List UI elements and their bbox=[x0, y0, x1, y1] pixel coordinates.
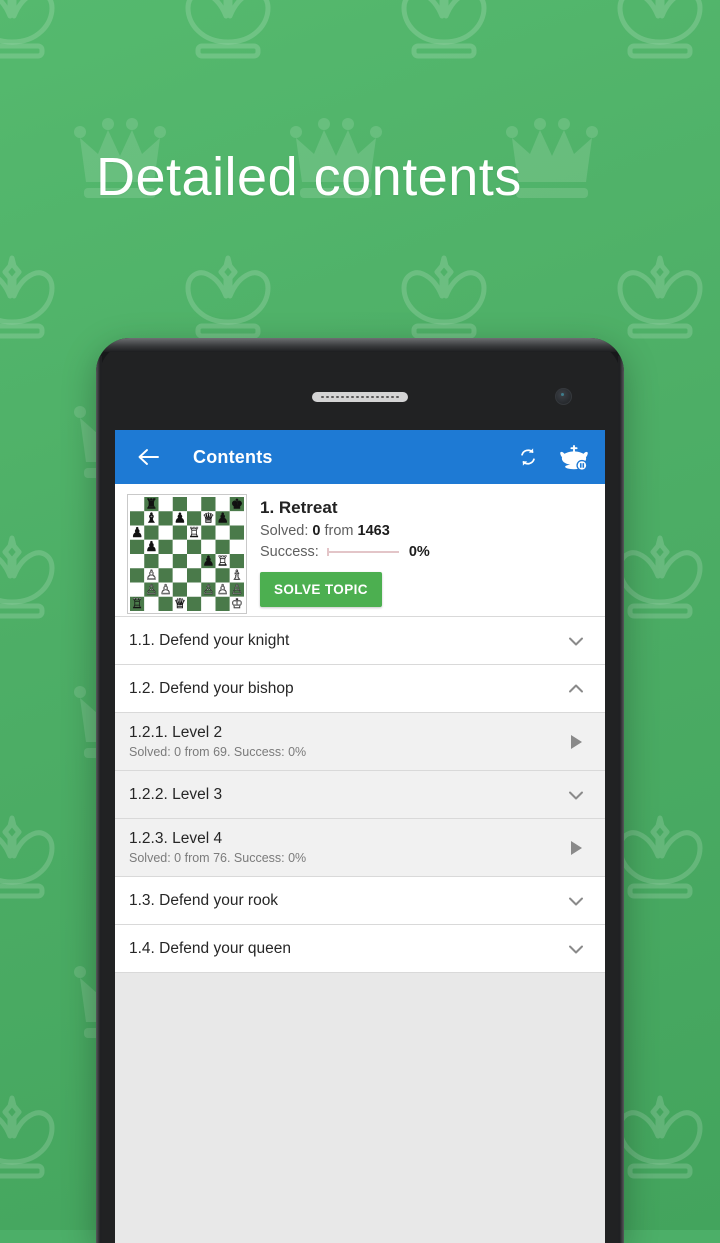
svg-text:♙: ♙ bbox=[145, 582, 157, 598]
svg-text:♖: ♖ bbox=[131, 596, 143, 611]
back-arrow-icon[interactable] bbox=[133, 442, 163, 472]
sync-icon[interactable] bbox=[513, 442, 543, 472]
svg-text:♝: ♝ bbox=[145, 511, 157, 527]
play-triangle-shape bbox=[570, 840, 582, 855]
app-bar: Contents bbox=[115, 430, 605, 484]
row-title: 1.2.3. Level 4 bbox=[129, 830, 223, 847]
play-triangle-icon[interactable] bbox=[563, 729, 589, 755]
contents-row[interactable]: 1.4. Defend your queen bbox=[115, 925, 605, 973]
promo-headline: Detailed contents bbox=[96, 147, 522, 207]
svg-text:♟: ♟ bbox=[217, 511, 229, 527]
success-progress-bar bbox=[326, 547, 399, 557]
svg-text:♙: ♙ bbox=[202, 582, 214, 598]
front-camera-icon bbox=[555, 388, 572, 405]
svg-text:♟: ♟ bbox=[131, 525, 143, 541]
chevron-up-icon[interactable] bbox=[563, 676, 589, 702]
contents-row[interactable]: 1.2. Defend your bishop bbox=[115, 665, 605, 713]
contents-list: 1.1. Defend your knight 1.2. Defend your … bbox=[115, 617, 605, 973]
phone-right-edge bbox=[618, 356, 624, 1243]
solved-count: 0 bbox=[312, 523, 321, 539]
contents-row[interactable]: 1.1. Defend your knight bbox=[115, 617, 605, 665]
contents-subrow[interactable]: 1.2.3. Level 4 Solved: 0 from 76. Success… bbox=[115, 819, 605, 877]
chevron-down-icon[interactable] bbox=[563, 782, 589, 808]
page-title: Contents bbox=[193, 446, 273, 467]
success-label: Success: bbox=[260, 544, 319, 560]
phone-device-mockup: Contents ♜ ♚ ♝ ♟ ♕ ♟ ♟ ♖ ♟ ♟ ♖ ♙ ♗ ♙ ♙ ♙… bbox=[96, 338, 624, 1243]
solve-topic-button[interactable]: SOLVE TOPIC bbox=[260, 572, 382, 607]
speaker-grille-icon bbox=[312, 392, 408, 402]
row-text: 1.2.3. Level 4 Solved: 0 from 76. Success… bbox=[129, 829, 563, 866]
chevron-down-icon[interactable] bbox=[563, 888, 589, 914]
row-title: 1.1. Defend your knight bbox=[129, 632, 290, 649]
phone-left-edge bbox=[96, 356, 102, 1243]
row-subtitle: Solved: 0 from 69. Success: 0% bbox=[129, 745, 307, 759]
phone-top-edge bbox=[96, 338, 624, 352]
row-subtitle: Solved: 0 from 76. Success: 0% bbox=[129, 851, 307, 865]
chevron-down-icon[interactable] bbox=[563, 936, 589, 962]
row-title: 1.2.1. Level 2 bbox=[129, 724, 223, 741]
topic-info: 1. Retreat Solved: 0 from 1463 Success: … bbox=[260, 494, 430, 607]
svg-text:♖: ♖ bbox=[188, 525, 200, 541]
row-title: 1.4. Defend your queen bbox=[129, 940, 292, 957]
svg-text:♟: ♟ bbox=[174, 511, 186, 527]
svg-text:♟: ♟ bbox=[145, 539, 157, 555]
row-text: 1.2.2. Level 3 bbox=[129, 785, 563, 804]
svg-text:♕: ♕ bbox=[202, 511, 214, 527]
phone-screen: Contents ♜ ♚ ♝ ♟ ♕ ♟ ♟ ♖ ♟ ♟ ♖ ♙ ♗ ♙ ♙ ♙… bbox=[115, 430, 605, 1243]
solved-total: 1463 bbox=[357, 523, 390, 539]
topic-title: 1. Retreat bbox=[260, 498, 338, 517]
topic-solved-stat: Solved: 0 from 1463 bbox=[260, 522, 430, 540]
play-triangle-shape bbox=[570, 734, 582, 749]
svg-text:♔: ♔ bbox=[231, 596, 243, 611]
solved-label: Solved: bbox=[260, 523, 309, 539]
row-text: 1.2.1. Level 2 Solved: 0 from 69. Success… bbox=[129, 723, 563, 760]
svg-text:♟: ♟ bbox=[202, 553, 214, 569]
chess-board-thumbnail[interactable]: ♜ ♚ ♝ ♟ ♕ ♟ ♟ ♖ ♟ ♟ ♖ ♙ ♗ ♙ ♙ ♙ ♙ ♙ ♖ ♕ ♔ bbox=[127, 494, 247, 614]
contents-subrow[interactable]: 1.2.2. Level 3 bbox=[115, 771, 605, 819]
contents-subrow[interactable]: 1.2.1. Level 2 Solved: 0 from 69. Success… bbox=[115, 713, 605, 771]
row-text: 1.1. Defend your knight bbox=[129, 631, 563, 650]
solved-from-label: from bbox=[324, 523, 354, 539]
success-percent-value: 0% bbox=[408, 544, 430, 560]
progress-bar-track bbox=[326, 551, 399, 553]
row-title: 1.2.2. Level 3 bbox=[129, 786, 223, 803]
svg-text:♙: ♙ bbox=[160, 582, 172, 598]
row-title: 1.2. Defend your bishop bbox=[129, 680, 294, 697]
svg-text:♙: ♙ bbox=[217, 582, 229, 598]
topic-success-stat: Success: 0% bbox=[260, 543, 430, 561]
svg-text:♕: ♕ bbox=[174, 596, 186, 611]
chess-king-premium-icon[interactable] bbox=[557, 442, 591, 472]
row-text: 1.4. Defend your queen bbox=[129, 939, 563, 958]
chevron-down-icon[interactable] bbox=[563, 628, 589, 654]
contents-row[interactable]: 1.3. Defend your rook bbox=[115, 877, 605, 925]
row-title: 1.3. Defend your rook bbox=[129, 892, 279, 909]
play-triangle-icon[interactable] bbox=[563, 835, 589, 861]
svg-text:♚: ♚ bbox=[231, 497, 243, 512]
row-text: 1.2. Defend your bishop bbox=[129, 679, 563, 698]
row-text: 1.3. Defend your rook bbox=[129, 891, 563, 910]
svg-text:♖: ♖ bbox=[217, 553, 229, 569]
topic-header-card: ♜ ♚ ♝ ♟ ♕ ♟ ♟ ♖ ♟ ♟ ♖ ♙ ♗ ♙ ♙ ♙ ♙ ♙ ♖ ♕ ♔ 1. Retreat Solved:… bbox=[115, 484, 605, 617]
